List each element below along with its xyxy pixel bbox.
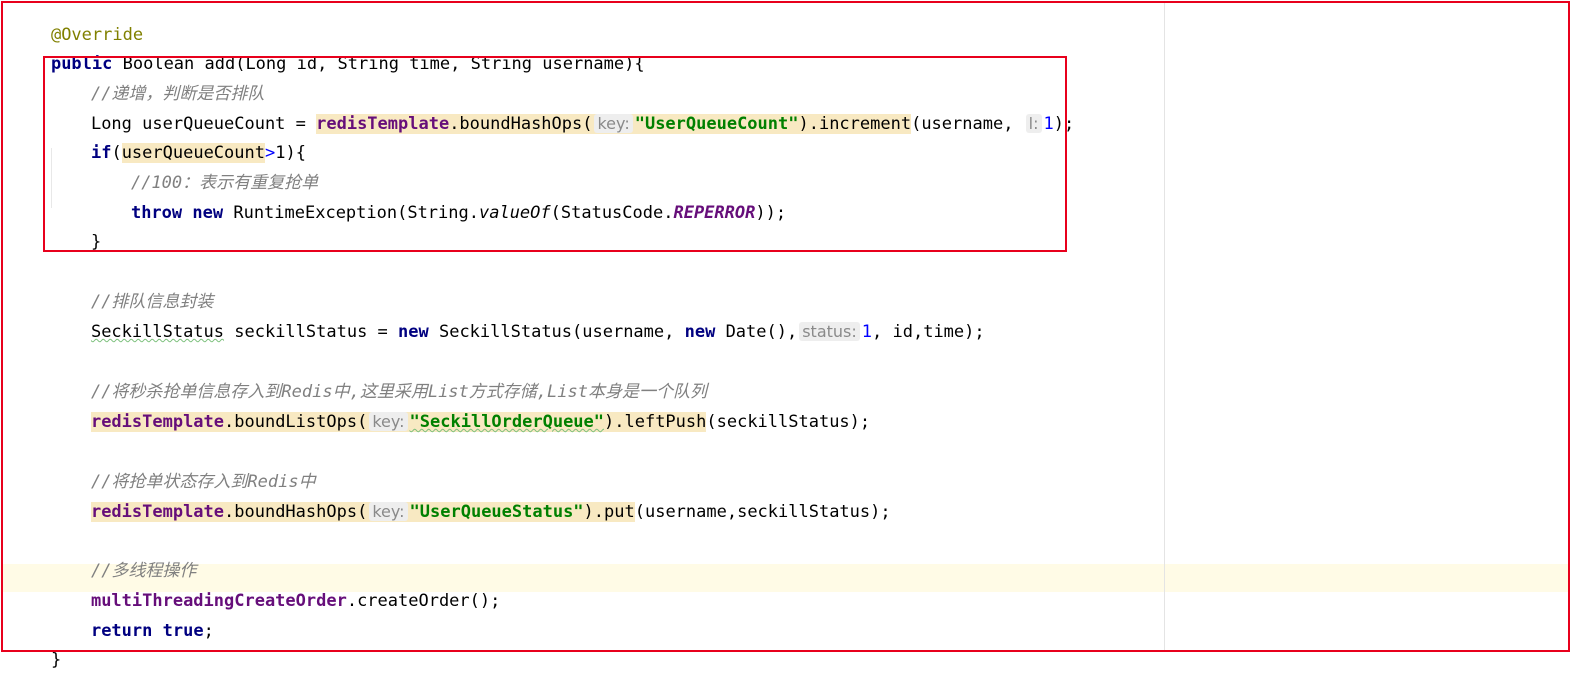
runtime-exception-call: RuntimeException(String. xyxy=(223,203,479,223)
true-literal: true xyxy=(162,621,204,641)
return-end: ; xyxy=(203,621,214,641)
code-line-hash[interactable]: redisTemplate.boundHashOps(key: "UserQueu… xyxy=(50,479,891,522)
code-line-throw[interactable]: throw new RuntimeException(String.valueO… xyxy=(90,180,786,223)
redis-template-field: redisTemplate xyxy=(316,114,450,134)
increment-end: ); xyxy=(1053,114,1075,134)
new-keyword: new xyxy=(192,203,224,223)
code-line-comment-100[interactable]: //100：表示有重复抢单 xyxy=(90,150,318,193)
increment-highlight-span: redisTemplate.boundHashOps(key: "UserQueu… xyxy=(316,114,912,134)
seckill-order-queue-string: "SeckillOrderQueue" xyxy=(409,412,605,432)
code-line-annotation[interactable]: @Override xyxy=(10,2,143,45)
return-keyword: return xyxy=(90,621,153,641)
throw-end: )); xyxy=(755,203,787,223)
create-order-call: .createOrder(); xyxy=(346,591,501,611)
new-keyword: new xyxy=(398,322,429,342)
seckill-status-type: SeckillStatus xyxy=(90,322,225,342)
status-code-ref: (StatusCode. xyxy=(550,203,674,223)
code-line-signature[interactable]: public Boolean add(Long id, String time,… xyxy=(10,31,645,74)
put-call: ).put xyxy=(583,502,635,522)
param-hint-l: l: xyxy=(1025,114,1042,133)
right-margin-guide xyxy=(1164,3,1165,652)
left-push-call: ).leftPush xyxy=(604,412,707,432)
status-end: , id,time); xyxy=(872,322,985,342)
code-line-comment-hash[interactable]: //将抢单状态存入到Redis中 xyxy=(50,449,316,492)
list-highlight-span: redisTemplate.boundListOps(key: "SeckillO… xyxy=(90,412,707,432)
code-line-comment-multi[interactable]: //多线程操作 xyxy=(50,538,196,581)
bound-hash-ops-call: .boundHashOps( xyxy=(224,502,368,522)
code-line-status[interactable]: SeckillStatus seckillStatus = new Seckil… xyxy=(50,299,985,342)
value-of-method: valueOf xyxy=(478,203,551,223)
hash-end: (username,seckillStatus); xyxy=(634,502,891,522)
code-line-if[interactable]: if(userQueueCount>1){ xyxy=(50,120,306,163)
list-end: (seckillStatus); xyxy=(706,412,871,432)
increment-args: (username, xyxy=(911,114,1024,134)
bound-hash-ops-call: .boundHashOps( xyxy=(449,114,593,134)
bound-list-ops-call: .boundListOps( xyxy=(224,412,368,432)
increment-number: 1 xyxy=(1043,114,1054,134)
throw-keyword: throw xyxy=(130,203,183,223)
param-hint-key: key: xyxy=(369,502,408,521)
redis-template-field: redisTemplate xyxy=(90,502,225,522)
param-hint-key: key: xyxy=(594,114,633,133)
code-line-list[interactable]: redisTemplate.boundListOps(key: "SeckillO… xyxy=(50,389,870,432)
user-queue-count-string: "UserQueueCount" xyxy=(634,114,799,134)
param-hint-status: status: xyxy=(799,322,860,341)
user-queue-status-string: "UserQueueStatus" xyxy=(409,502,584,522)
code-line-close-if[interactable]: } xyxy=(50,209,101,252)
code-line-return[interactable]: return true; xyxy=(50,598,214,641)
code-line-multi[interactable]: multiThreadingCreateOrder.createOrder(); xyxy=(50,568,500,611)
code-line-comment-list[interactable]: //将秒杀抢单信息存入到Redis中,这里采用List方式存储,List本身是一… xyxy=(50,359,707,402)
close-brace-method: } xyxy=(50,650,62,670)
seckill-status-ctor: SeckillStatus(username, xyxy=(428,322,685,342)
code-line-comment-status[interactable]: //排队信息封装 xyxy=(50,269,213,312)
code-line-close-method[interactable]: } xyxy=(10,627,61,670)
increment-call: ).increment xyxy=(798,114,912,134)
reperror-constant: REPERROR xyxy=(673,203,756,223)
code-line-comment-increment[interactable]: //递增，判断是否排队 xyxy=(50,61,264,104)
redis-template-field: redisTemplate xyxy=(90,412,225,432)
param-hint-key: key: xyxy=(369,412,408,431)
date-ctor: Date(), xyxy=(715,322,798,342)
code-line-increment[interactable]: Long userQueueCount = redisTemplate.boun… xyxy=(50,91,1074,134)
seckill-status-decl: seckillStatus = xyxy=(224,322,399,342)
new-keyword: new xyxy=(684,322,716,342)
hash-highlight-span: redisTemplate.boundHashOps(key: "UserQueu… xyxy=(90,502,635,522)
close-brace-if: } xyxy=(90,232,102,252)
status-number: 1 xyxy=(861,322,873,342)
